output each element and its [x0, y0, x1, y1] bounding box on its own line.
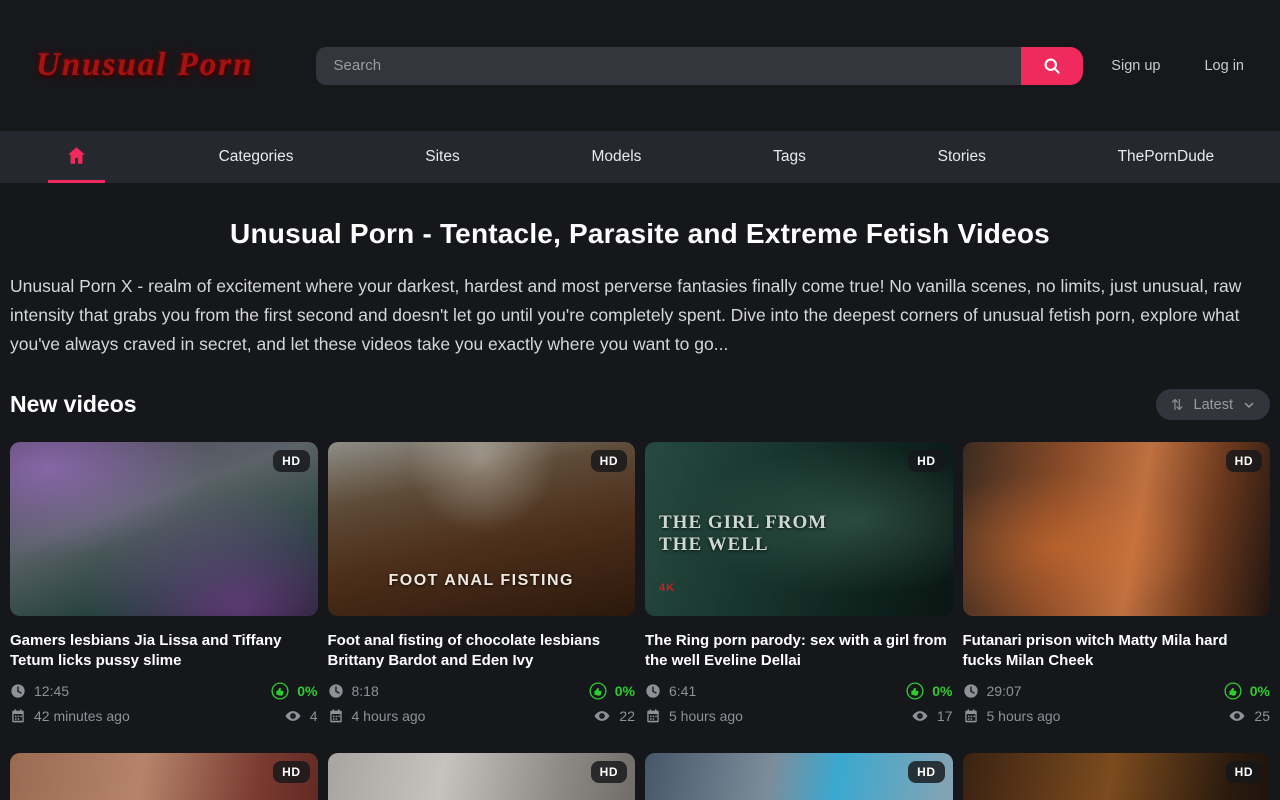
signup-link[interactable]: Sign up — [1111, 58, 1160, 74]
video-thumbnail[interactable]: HD — [10, 753, 318, 800]
nav-item-sites[interactable]: Sites — [407, 131, 477, 183]
clock-icon — [328, 683, 344, 699]
nav-item-stories[interactable]: Stories — [920, 131, 1004, 183]
video-thumbnail[interactable]: FOOT ANAL FISTING HD — [328, 442, 636, 616]
clock-icon — [10, 683, 26, 699]
hd-badge: HD — [273, 450, 309, 472]
video-card[interactable]: HD — [963, 753, 1271, 800]
nav-item-theporndude[interactable]: ThePornDude — [1100, 131, 1233, 183]
sort-arrows-icon: ⇅ — [1171, 396, 1184, 414]
nav-item-home[interactable] — [48, 131, 105, 183]
nav-item-categories[interactable]: Categories — [201, 131, 312, 183]
video-card[interactable]: HD Gamers lesbians Jia Lissa and Tiffany… — [10, 442, 318, 725]
video-title[interactable]: The Ring porn parody: sex with a girl fr… — [645, 631, 953, 671]
eye-icon — [911, 707, 929, 725]
video-title[interactable]: Futanari prison witch Matty Mila hard fu… — [963, 631, 1271, 671]
video-thumbnail[interactable]: HD — [963, 753, 1271, 800]
video-rating: 0% — [615, 683, 635, 699]
video-thumbnail[interactable]: HD — [963, 442, 1271, 616]
page-title: Unusual Porn - Tentacle, Parasite and Ex… — [10, 218, 1270, 250]
thumb-overlay-subtext: 4K — [659, 582, 675, 594]
auth-links: Sign up Log in — [1111, 58, 1244, 74]
hd-badge: HD — [1226, 450, 1262, 472]
video-title[interactable]: Gamers lesbians Jia Lissa and Tiffany Te… — [10, 631, 318, 671]
video-meta: 8:18 0% — [328, 682, 636, 725]
search-button[interactable] — [1021, 47, 1083, 85]
video-card[interactable]: HD — [645, 753, 953, 800]
thumbs-up-icon — [589, 682, 607, 700]
hd-badge: HD — [1226, 761, 1262, 783]
nav-item-tags[interactable]: Tags — [755, 131, 824, 183]
chevron-down-icon — [1243, 399, 1255, 411]
video-meta: 6:41 0% — [645, 682, 953, 725]
video-views: 17 — [937, 708, 953, 724]
video-card[interactable]: FOOT ANAL FISTING HD Foot anal fisting o… — [328, 442, 636, 725]
video-title[interactable]: Foot anal fisting of chocolate lesbians … — [328, 631, 636, 671]
thumb-overlay-title: THE GIRL FROM THE WELL — [659, 512, 827, 556]
video-card[interactable]: HD Futanari prison witch Matty Mila hard… — [963, 442, 1271, 725]
thumbs-up-icon — [906, 682, 924, 700]
calendar-icon — [963, 708, 979, 724]
sort-dropdown-label: Latest — [1194, 397, 1234, 413]
clock-icon — [963, 683, 979, 699]
hd-badge: HD — [273, 761, 309, 783]
video-card[interactable]: HD — [10, 753, 318, 800]
video-duration: 12:45 — [34, 683, 69, 699]
search-input[interactable] — [316, 47, 1022, 85]
video-thumbnail[interactable]: HD — [645, 753, 953, 800]
home-icon — [66, 145, 87, 166]
video-age: 5 hours ago — [987, 708, 1061, 724]
hd-badge: HD — [591, 761, 627, 783]
eye-icon — [593, 707, 611, 725]
video-duration: 8:18 — [352, 683, 379, 699]
video-rating: 0% — [932, 683, 952, 699]
calendar-icon — [10, 708, 26, 724]
video-rating: 0% — [297, 683, 317, 699]
section-header: New videos ⇅ Latest — [10, 389, 1270, 420]
eye-icon — [1228, 707, 1246, 725]
page-description: Unusual Porn X - realm of excitement whe… — [10, 272, 1270, 359]
calendar-icon — [645, 708, 661, 724]
video-card[interactable]: THE GIRL FROM THE WELL 4K HD The Ring po… — [645, 442, 953, 725]
video-rating: 0% — [1250, 683, 1270, 699]
video-age: 5 hours ago — [669, 708, 743, 724]
video-thumbnail[interactable]: HD — [10, 442, 318, 616]
site-logo[interactable]: Unusual Porn — [36, 47, 254, 84]
video-age: 4 hours ago — [352, 708, 426, 724]
nav-item-models[interactable]: Models — [573, 131, 659, 183]
sort-dropdown[interactable]: ⇅ Latest — [1156, 389, 1270, 420]
search-icon — [1042, 56, 1062, 76]
eye-icon — [284, 707, 302, 725]
video-thumbnail[interactable]: THE GIRL FROM THE WELL 4K HD — [645, 442, 953, 616]
video-duration: 6:41 — [669, 683, 696, 699]
video-grid-row-2: HD — [0, 753, 1280, 800]
thumbs-up-icon — [1224, 682, 1242, 700]
video-thumbnail[interactable]: HD — [328, 753, 636, 800]
video-meta: 12:45 0% — [10, 682, 318, 725]
thumbs-up-icon — [271, 682, 289, 700]
video-views: 25 — [1254, 708, 1270, 724]
site-header: Unusual Porn Sign up Log in — [0, 0, 1280, 131]
calendar-icon — [328, 708, 344, 724]
hd-badge: HD — [908, 761, 944, 783]
video-grid-row-1: HD Gamers lesbians Jia Lissa and Tiffany… — [0, 442, 1280, 725]
main-nav: Categories Sites Models Tags Stories ThePornD… — [0, 131, 1280, 183]
clock-icon — [645, 683, 661, 699]
video-meta: 29:07 0% — [963, 682, 1271, 725]
hd-badge: HD — [908, 450, 944, 472]
section-heading: New videos — [10, 391, 137, 418]
video-card[interactable]: HD — [328, 753, 636, 800]
search-bar — [316, 47, 1084, 85]
video-views: 22 — [619, 708, 635, 724]
video-age: 42 minutes ago — [34, 708, 130, 724]
video-views: 4 — [310, 708, 318, 724]
thumb-overlay-title: FOOT ANAL FISTING — [328, 572, 636, 590]
hd-badge: HD — [591, 450, 627, 472]
login-link[interactable]: Log in — [1204, 58, 1244, 74]
video-duration: 29:07 — [987, 683, 1022, 699]
